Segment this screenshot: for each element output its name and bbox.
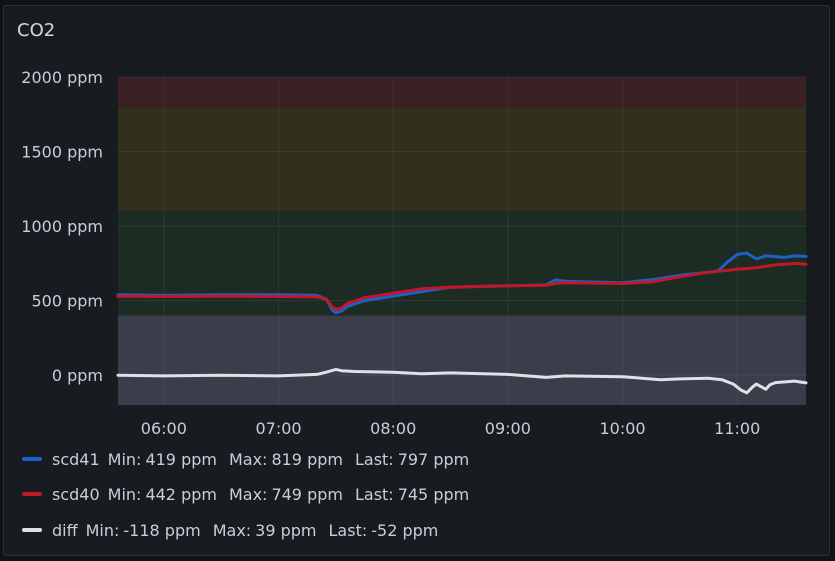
x-tick-label: 10:00 (599, 419, 645, 438)
y-tick-label: 2000 ppm (21, 68, 103, 87)
max-label: Max: (228, 484, 268, 504)
series-color-swatch (22, 528, 42, 532)
legend-item-diff[interactable]: diff Min: -118 ppm Max: 39 ppm Last: -52… (22, 519, 442, 541)
legend-item-scd41[interactable]: scd41 Min: 419 ppm Max: 819 ppm Last: 79… (22, 448, 473, 470)
y-tick-label: 0 ppm (52, 366, 103, 385)
y-tick-label: 500 ppm (31, 292, 103, 311)
max-value: 39 ppm (255, 520, 317, 540)
x-tick-label: 08:00 (370, 419, 416, 438)
series-name: scd40 (52, 484, 100, 504)
series-color-swatch (22, 492, 42, 496)
min-value: 442 ppm (145, 484, 217, 504)
threshold-bands (118, 77, 806, 405)
last-value: 797 ppm (397, 449, 470, 469)
x-tick-label: 06:00 (141, 419, 187, 438)
last-value: 745 ppm (397, 484, 470, 504)
last-value: -52 ppm (371, 520, 439, 540)
y-tick-label: 1000 ppm (21, 217, 103, 236)
min-label: Min: (85, 520, 120, 540)
threshold-band-3 (118, 77, 806, 107)
x-tick-label: 11:00 (714, 419, 760, 438)
last-label: Last: (354, 449, 394, 469)
x-tick-label: 07:00 (255, 419, 301, 438)
last-label: Last: (328, 520, 368, 540)
threshold-band-1 (118, 211, 806, 316)
max-label: Max: (212, 520, 252, 540)
max-value: 749 ppm (271, 484, 343, 504)
min-label: Min: (107, 484, 142, 504)
co2-chart: 0 ppm 500 ppm 1000 ppm 1500 ppm 2000 ppm 06:… (21, 68, 808, 438)
max-value: 819 ppm (271, 449, 343, 469)
min-value: 419 ppm (145, 449, 217, 469)
x-tick-label: 09:00 (485, 419, 531, 438)
min-value: -118 ppm (123, 520, 201, 540)
series-color-swatch (22, 457, 42, 461)
y-axis: 0 ppm 500 ppm 1000 ppm 1500 ppm 2000 ppm (21, 68, 103, 385)
threshold-band-2 (118, 106, 806, 212)
legend-item-scd40[interactable]: scd40 Min: 442 ppm Max: 749 ppm Last: 74… (22, 483, 473, 505)
last-label: Last: (354, 484, 394, 504)
x-axis: 06:00 07:00 08:00 09:00 10:00 11:00 (141, 419, 760, 438)
threshold-band-0 (118, 315, 806, 405)
y-tick-label: 1500 ppm (21, 143, 103, 162)
series-name: scd41 (52, 449, 100, 469)
min-label: Min: (107, 449, 142, 469)
max-label: Max: (228, 449, 268, 469)
series-name: diff (52, 520, 78, 540)
